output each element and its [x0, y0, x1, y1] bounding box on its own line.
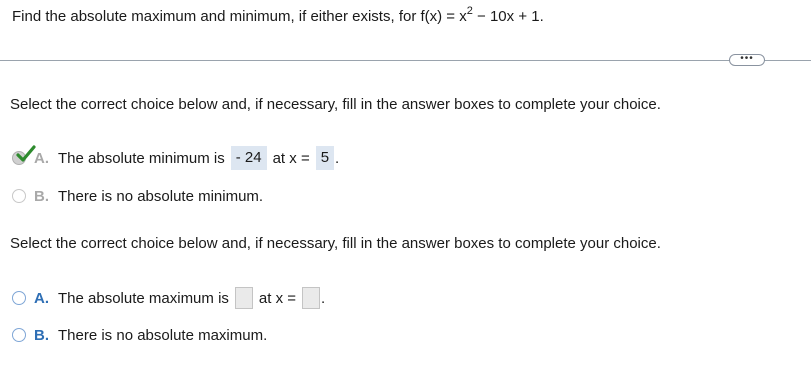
question-prefix: Find the absolute maximum and minimum, i… [12, 8, 467, 25]
max-x-input[interactable] [302, 287, 321, 309]
radio-part2-b[interactable] [12, 328, 26, 342]
radio-part2-a[interactable] [12, 291, 26, 305]
choice-letter: B. [34, 326, 49, 344]
choice-text: There is no absolute maximum. [58, 326, 268, 344]
part2-choice-b[interactable]: B. There is no absolute maximum. [12, 322, 267, 348]
choice-text-before: The absolute maximum is [58, 289, 229, 307]
choice-text-after: . [335, 149, 340, 167]
section-divider [0, 60, 811, 61]
choice-letter: B. [34, 187, 49, 205]
part2-instruction: Select the correct choice below and, if … [10, 235, 661, 252]
expand-more-button[interactable]: ••• [729, 54, 765, 66]
choice-text-middle: at x = [272, 149, 310, 167]
question-text: Find the absolute maximum and minimum, i… [12, 5, 544, 25]
choice-text-before: The absolute minimum is [58, 149, 225, 167]
choice-text-after: . [321, 289, 326, 307]
choice-text: There is no absolute minimum. [58, 187, 264, 205]
radio-part1-a[interactable] [12, 145, 36, 165]
min-value-answer[interactable]: - 24 [230, 146, 267, 170]
question-exponent: 2 [466, 5, 473, 17]
part1-choice-b[interactable]: B. There is no absolute minimum. [12, 183, 263, 209]
part2-choice-a[interactable]: A. The absolute maximum is at x = . [12, 285, 325, 311]
choice-letter: A. [34, 149, 49, 167]
max-value-input[interactable] [234, 287, 253, 309]
choice-letter: A. [34, 289, 49, 307]
part1-instruction: Select the correct choice below and, if … [10, 96, 661, 113]
correct-check-icon [16, 145, 36, 162]
question-suffix: − 10x + 1. [472, 8, 544, 25]
radio-part1-b[interactable] [12, 189, 26, 203]
min-x-answer[interactable]: 5 [315, 146, 335, 170]
choice-text-middle: at x = [258, 289, 297, 307]
part1-choice-a[interactable]: A. The absolute minimum is - 24 at x = 5… [12, 145, 339, 171]
